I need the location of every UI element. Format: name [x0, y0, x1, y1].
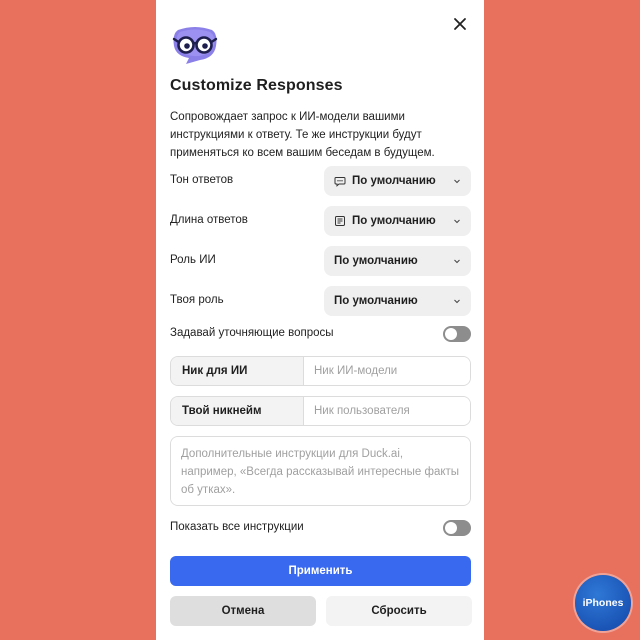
toggle-knob — [445, 522, 457, 534]
user-nickname-input[interactable] — [304, 397, 470, 425]
user-nickname-label: Твой никнейм — [171, 397, 304, 425]
apply-button[interactable]: Применить — [170, 556, 471, 586]
chevron-down-icon — [453, 217, 461, 225]
show-all-instructions-toggle[interactable] — [443, 520, 471, 536]
ai-role-select[interactable]: По умолчанию — [324, 246, 471, 276]
setting-label-ai-role: Роль ИИ — [170, 254, 216, 266]
length-select-value: По умолчанию — [352, 215, 436, 227]
length-select[interactable]: По умолчанию — [324, 206, 471, 236]
dialog-title: Customize Responses — [170, 77, 343, 94]
ai-nickname-input[interactable] — [304, 357, 470, 385]
tone-select-value: По умолчанию — [352, 175, 436, 187]
chevron-down-icon — [453, 177, 461, 185]
ask-questions-label: Задавай уточняющие вопросы — [170, 327, 334, 339]
close-icon — [454, 18, 466, 30]
tone-select[interactable]: По умолчанию — [324, 166, 471, 196]
customize-responses-dialog: Customize Responses Сопровождает запрос … — [156, 0, 484, 640]
ask-questions-toggle[interactable] — [443, 326, 471, 342]
ai-role-select-value: По умолчанию — [334, 255, 418, 267]
setting-label-length: Длина ответов — [170, 214, 248, 226]
user-nickname-field-group: Твой никнейм — [170, 396, 471, 426]
additional-instructions-textarea[interactable] — [170, 436, 471, 506]
show-all-instructions-label: Показать все инструкции — [170, 521, 304, 533]
duck-ai-logo-icon — [172, 26, 218, 66]
dialog-description: Сопровождает запрос к ИИ-модели вашими и… — [170, 111, 435, 159]
reset-button[interactable]: Сбросить — [326, 596, 472, 626]
cancel-button[interactable]: Отмена — [170, 596, 316, 626]
setting-label-user-role: Твоя роль — [170, 294, 224, 306]
watermark-badge: iPhones — [575, 575, 631, 631]
ai-nickname-label: Ник для ИИ — [171, 357, 304, 385]
user-role-select[interactable]: По умолчанию — [324, 286, 471, 316]
chevron-down-icon — [453, 297, 461, 305]
chevron-down-icon — [453, 257, 461, 265]
setting-label-tone: Тон ответов — [170, 174, 234, 186]
watermark-text: iPhones — [582, 597, 624, 609]
document-lines-icon — [334, 215, 346, 227]
close-button[interactable] — [450, 14, 470, 34]
chat-bubble-icon — [334, 175, 346, 187]
toggle-knob — [445, 328, 457, 340]
screen: Customize Responses Сопровождает запрос … — [0, 0, 640, 640]
user-role-select-value: По умолчанию — [334, 295, 418, 307]
ai-nickname-field-group: Ник для ИИ — [170, 356, 471, 386]
